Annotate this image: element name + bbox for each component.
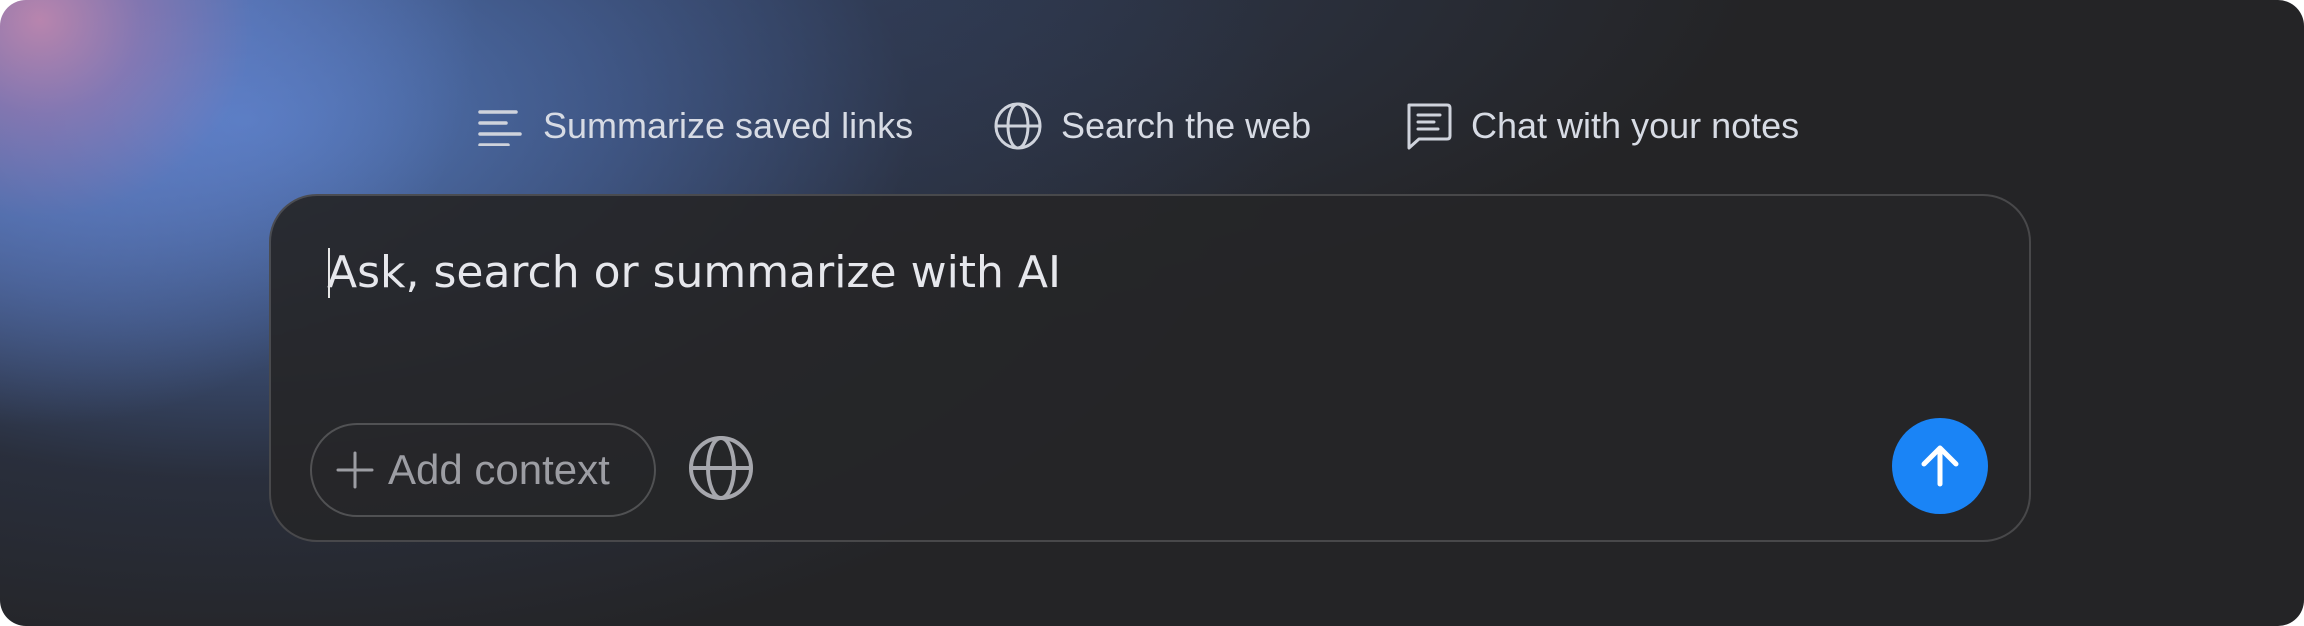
web-search-toggle[interactable] (685, 432, 757, 504)
suggestion-label: Chat with your notes (1471, 105, 1800, 146)
add-context-label: Add context (388, 446, 610, 493)
send-button[interactable] (1892, 418, 1988, 514)
plus-icon (336, 451, 374, 489)
suggestion-label: Summarize saved links (543, 105, 914, 146)
globe-icon (992, 100, 1044, 152)
text-caret (328, 248, 330, 298)
suggestion-chat-with-notes[interactable]: Chat with your notes (1402, 98, 1799, 154)
suggestion-row: Summarize saved links Search the web Cha… (0, 98, 2304, 154)
suggestion-label: Search the web (1061, 105, 1312, 146)
lines-icon (474, 100, 526, 152)
prompt-input[interactable] (327, 242, 1887, 302)
ai-composer: Add context (269, 194, 2031, 542)
globe-icon (689, 436, 753, 500)
add-context-button[interactable]: Add context (310, 423, 656, 517)
chat-note-icon (1402, 100, 1454, 152)
suggestion-search-the-web[interactable]: Search the web (992, 98, 1311, 154)
app-window: Summarize saved links Search the web Cha… (0, 0, 2304, 626)
arrow-up-icon (1921, 445, 1959, 487)
suggestion-summarize-saved-links[interactable]: Summarize saved links (474, 98, 913, 154)
